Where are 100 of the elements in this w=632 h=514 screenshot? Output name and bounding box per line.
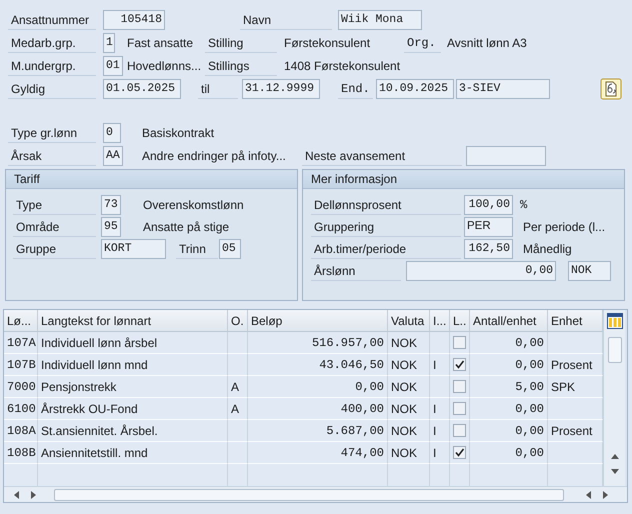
field-label: Neste avansement xyxy=(302,146,462,166)
input-field[interactable]: Wiik Mona xyxy=(338,10,422,30)
field-text: Månedlig xyxy=(522,241,573,258)
field-text: % xyxy=(519,197,528,214)
column-header[interactable]: Valuta xyxy=(388,310,430,332)
field-text: Ansatte på stige xyxy=(142,219,230,236)
table-cell: NOK xyxy=(388,332,430,354)
table-cell: A xyxy=(228,376,248,398)
input-field[interactable]: KORT xyxy=(101,239,166,259)
field-text: Førstekonsulent xyxy=(283,35,372,52)
checkbox[interactable] xyxy=(453,402,466,415)
field-label: Arb.timer/periode xyxy=(311,239,461,259)
input-field[interactable]: 0,00 xyxy=(406,261,556,281)
field-label: Stillings xyxy=(205,56,277,76)
input-field[interactable]: AA xyxy=(103,146,123,166)
field-label: Årslønn xyxy=(311,261,401,281)
column-header[interactable]: Langtekst for lønnart xyxy=(38,310,228,332)
table-cell: NOK xyxy=(388,420,430,442)
input-field[interactable]: 95 xyxy=(101,217,121,237)
table-cell: 0,00 xyxy=(248,376,388,398)
field-label: Gruppering xyxy=(311,217,461,237)
table-cell: 0,00 xyxy=(470,332,548,354)
input-field[interactable]: 0 xyxy=(103,123,121,143)
scroll-left-icon[interactable] xyxy=(12,490,20,500)
column-header[interactable]: Antall/enhet xyxy=(470,310,548,332)
table-cell: Prosent xyxy=(548,420,603,442)
input-field[interactable]: NOK xyxy=(568,261,611,281)
input-field[interactable]: 100,00 xyxy=(464,195,513,215)
table-cell: NOK xyxy=(388,442,430,464)
column-header[interactable]: Enhet xyxy=(548,310,603,332)
document-icon[interactable] xyxy=(600,78,622,100)
input-field[interactable]: 01.05.2025 xyxy=(103,79,181,99)
scroll-thumb[interactable] xyxy=(54,488,564,500)
table-cell: Individuell lønn årsbel xyxy=(38,332,228,354)
input-field[interactable]: PER xyxy=(464,217,513,237)
field-text: Hovedlønns... xyxy=(126,58,202,75)
field-label: Medarb.grp. xyxy=(8,33,96,53)
table-cell xyxy=(228,332,248,354)
column-header[interactable]: Beløp xyxy=(248,310,388,332)
table-cell: I xyxy=(430,398,450,420)
column-header[interactable]: O. xyxy=(228,310,248,332)
field-text: Per periode (l... xyxy=(522,219,606,236)
input-field[interactable]: 10.09.2025 xyxy=(376,79,454,99)
table-cell: 0,00 xyxy=(470,354,548,376)
field-label: Årsak xyxy=(8,146,96,166)
table-cell: Individuell lønn mnd xyxy=(38,354,228,376)
input-field[interactable]: 162,50 xyxy=(464,239,513,259)
scroll-thumb[interactable] xyxy=(608,337,622,363)
field-text: Fast ansatte xyxy=(126,35,194,52)
scroll-left-icon[interactable] xyxy=(584,490,592,500)
table-cell: 7000 xyxy=(4,376,38,398)
input-field[interactable]: 1 xyxy=(103,33,115,53)
checkbox[interactable] xyxy=(453,424,466,437)
table-cell: I xyxy=(430,354,450,376)
checkbox[interactable] xyxy=(453,358,466,371)
input-field[interactable]: 73 xyxy=(101,195,121,215)
table-cell xyxy=(228,420,248,442)
field-label: Navn xyxy=(240,10,332,30)
table-cell: A xyxy=(228,398,248,420)
checkbox[interactable] xyxy=(453,446,466,459)
input-field[interactable]: 05 xyxy=(219,239,241,259)
field-label: Dellønnsprosent xyxy=(311,195,461,215)
table-cell: I xyxy=(430,442,450,464)
checkbox[interactable] xyxy=(453,380,466,393)
field-label: Stilling xyxy=(205,33,277,53)
scroll-up-icon[interactable] xyxy=(610,452,620,460)
table-cell: 107B xyxy=(4,354,38,376)
field-text: Andre endringer på infoty... xyxy=(141,148,287,165)
table-cell: Ansiennitetstill. mnd xyxy=(38,442,228,464)
column-layout-icon[interactable] xyxy=(606,313,622,329)
table-cell: Årstrekk OU-Fond xyxy=(38,398,228,420)
field-label: Type gr.lønn xyxy=(8,123,96,143)
table-cell: NOK xyxy=(388,376,430,398)
table-cell xyxy=(228,354,248,376)
scroll-down-icon[interactable] xyxy=(610,468,620,476)
table-cell: 43.046,50 xyxy=(248,354,388,376)
input-field[interactable]: 105418 xyxy=(103,10,165,30)
field-label: Org. xyxy=(404,33,441,53)
field-label: Gyldig xyxy=(8,79,96,99)
table-cell: 6100 xyxy=(4,398,38,420)
table-cell: 107A xyxy=(4,332,38,354)
scroll-right-icon[interactable] xyxy=(602,490,610,500)
input-field[interactable]: 31.12.9999 xyxy=(242,79,320,99)
checkbox[interactable] xyxy=(453,336,466,349)
field-text: Overenskomstlønn xyxy=(142,197,245,214)
table-cell: 0,00 xyxy=(470,442,548,464)
scroll-right-icon[interactable] xyxy=(30,490,38,500)
table-cell: 0,00 xyxy=(470,398,548,420)
column-header[interactable]: Lø... xyxy=(4,310,38,332)
field-text: 1408 Førstekonsulent xyxy=(283,58,402,75)
table-cell: Pensjonstrekk xyxy=(38,376,228,398)
table-cell: 400,00 xyxy=(248,398,388,420)
column-header[interactable]: I... xyxy=(430,310,450,332)
column-header[interactable]: L.. xyxy=(450,310,470,332)
input-field[interactable] xyxy=(466,146,546,166)
input-field[interactable]: 3-SIEV xyxy=(456,79,550,99)
panel-title: Mer informasjon xyxy=(303,170,624,189)
input-field[interactable]: 01 xyxy=(103,56,123,76)
panel-title: Tariff xyxy=(6,170,297,189)
table-cell: St.ansiennitet. Årsbel. xyxy=(38,420,228,442)
